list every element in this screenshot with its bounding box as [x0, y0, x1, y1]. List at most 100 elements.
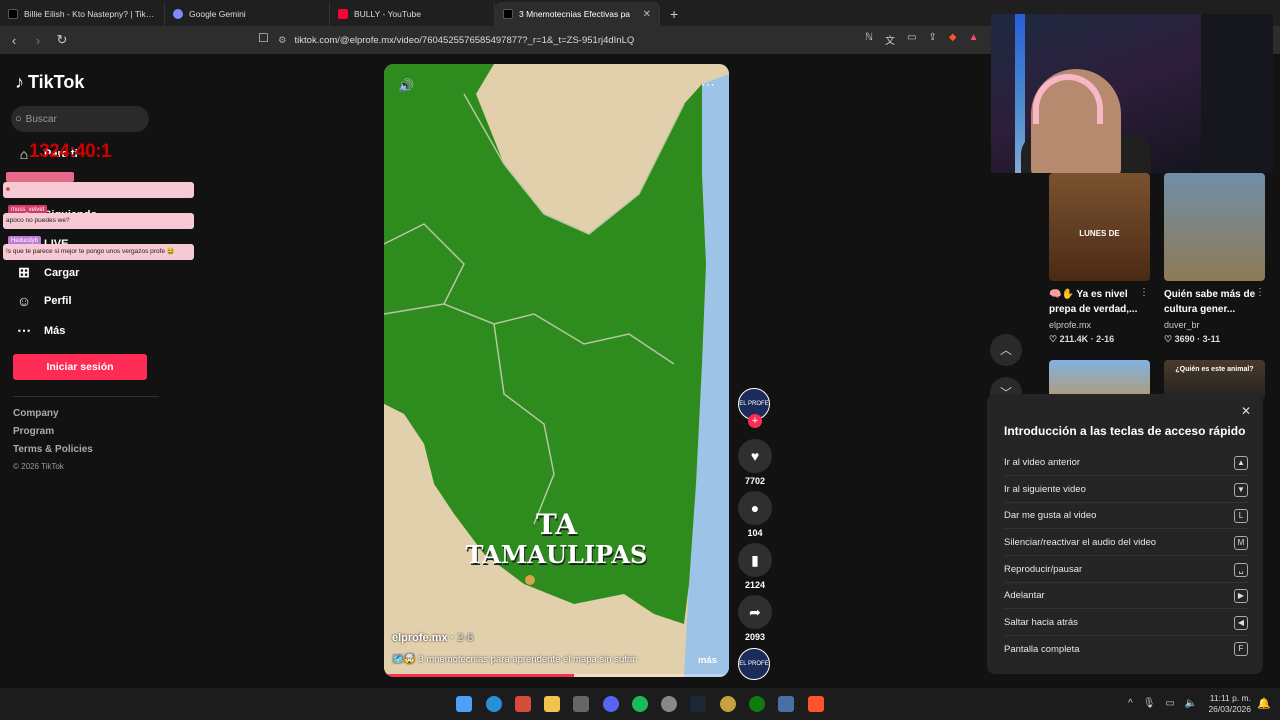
steam-icon[interactable]: [690, 696, 706, 712]
shortcut-row: Silenciar/reactivar el audio del video M: [1004, 530, 1248, 556]
site-settings-icon[interactable]: ⚙: [278, 35, 287, 46]
shortcut-row: Pantalla completa F: [1004, 636, 1248, 662]
author-name: elprofe.mx: [392, 632, 448, 644]
app-icon[interactable]: [573, 696, 589, 712]
discord-icon[interactable]: [603, 696, 619, 712]
edge-icon[interactable]: [486, 696, 502, 712]
cast-icon[interactable]: ▭: [907, 32, 916, 47]
key-right-icon: ▶: [1234, 588, 1248, 603]
video-progress-bar[interactable]: [384, 674, 729, 677]
close-icon[interactable]: ✕: [1241, 404, 1251, 418]
gemini-favicon-icon: [173, 9, 183, 19]
close-tab-icon[interactable]: ✕: [643, 9, 651, 20]
sidebar-item-cargar[interactable]: ⊞ Cargar: [16, 264, 79, 281]
share-arrow-icon: ➦: [749, 604, 761, 620]
tab-title: Billie Eilish - Kto Nastepny? | TikTok: [24, 9, 156, 19]
key-up-icon: ▲: [1234, 455, 1248, 470]
tab-title: 3 Mnemotecnias Efectivas pa: [519, 9, 631, 19]
shortcut-label: Reproducir/pausar: [1004, 564, 1083, 575]
notification-icon[interactable]: 🔔: [1257, 697, 1271, 710]
more-options-icon[interactable]: ⋯: [701, 76, 715, 93]
xbox-icon[interactable]: [749, 696, 765, 712]
share-icon[interactable]: ⇪: [928, 32, 936, 47]
comment-button[interactable]: ●: [738, 491, 772, 525]
system-tray: ^ 🎙 ▭ 🔈: [1128, 698, 1197, 709]
search-input[interactable]: ○ Buscar: [11, 106, 149, 132]
chevron-up-icon[interactable]: ^: [1128, 698, 1133, 709]
tiktok-favicon-icon: [8, 9, 18, 19]
tiktok-note-icon: ♪: [15, 72, 24, 92]
clock-date: 26/03/2026: [1208, 704, 1251, 714]
suggested-author[interactable]: elprofe.mx: [1049, 320, 1091, 330]
follow-plus-icon[interactable]: +: [748, 414, 762, 428]
app-icon[interactable]: [778, 696, 794, 712]
video-author[interactable]: elprofe.mx · 2-8: [392, 632, 473, 644]
extension-icons: ℕ 文 ▭ ⇪ ◆ ▲: [865, 32, 978, 47]
clock[interactable]: 11:11 p. m. 26/03/2026: [1207, 693, 1251, 715]
suggested-video-card[interactable]: [1164, 173, 1265, 281]
save-count: 2124: [744, 580, 766, 590]
comment-count: 104: [747, 528, 763, 538]
app-icon[interactable]: [720, 696, 736, 712]
login-button[interactable]: Iniciar sesión: [13, 354, 147, 380]
card-more-icon[interactable]: ⋮: [1139, 287, 1149, 298]
start-icon[interactable]: [456, 696, 472, 712]
speaker-icon[interactable]: 🔈: [1185, 698, 1197, 709]
previous-video-button[interactable]: ︿: [990, 334, 1022, 366]
forward-icon[interactable]: ›: [28, 33, 48, 48]
obs-icon[interactable]: [661, 696, 677, 712]
divider: [13, 396, 159, 397]
spotify-icon[interactable]: [632, 696, 648, 712]
shortcut-row: Ir al siguiente video ▼: [1004, 477, 1248, 503]
brave-rewards-icon[interactable]: ▲: [969, 32, 979, 47]
suggested-title[interactable]: 🧠✋ Ya es nivel prepa de verdad,...: [1049, 287, 1149, 317]
brave-shield-icon[interactable]: ◆: [949, 32, 957, 47]
key-left-icon: ◀: [1234, 615, 1248, 630]
sidebar-item-mas[interactable]: ⋯ Más: [16, 322, 65, 339]
tab-title: Google Gemini: [189, 9, 246, 19]
see-more-link[interactable]: más: [698, 655, 717, 666]
folder-icon[interactable]: [544, 696, 560, 712]
dialog-title: Introducción a las teclas de acceso rápi…: [1004, 424, 1246, 438]
back-icon[interactable]: ‹: [4, 33, 24, 48]
network-icon[interactable]: ▭: [1165, 698, 1174, 709]
app-icon[interactable]: [515, 696, 531, 712]
footer-link-program[interactable]: Program: [13, 426, 54, 437]
suggested-author[interactable]: duver_br: [1164, 320, 1200, 330]
brave-icon[interactable]: [808, 696, 824, 712]
video-player[interactable]: 🔊 ⋯ TA TAMAULIPAS elprofe.mx · 2-8 🗺️🤯 3…: [384, 64, 729, 677]
footer-link-company[interactable]: Company: [13, 408, 59, 419]
browser-tab[interactable]: BULLY - YouTube: [330, 2, 495, 26]
microphone-icon[interactable]: 🎙: [1143, 698, 1156, 709]
reload-icon[interactable]: ↻: [52, 32, 72, 48]
shortcut-row: Saltar hacia atrás ◀: [1004, 610, 1248, 636]
shortcut-row: Ir al video anterior ▲: [1004, 450, 1248, 476]
heart-icon: ♥: [750, 448, 760, 464]
browser-tab[interactable]: Billie Eilish - Kto Nastepny? | TikTok: [0, 2, 165, 26]
sidebar-item-perfil[interactable]: ☺ Perfil: [16, 293, 72, 309]
progress-fill: [384, 674, 574, 677]
tiktok-logo[interactable]: ♪ TikTok: [15, 72, 84, 93]
sound-avatar[interactable]: EL PROFE: [738, 648, 770, 680]
card-more-icon[interactable]: ⋮: [1255, 287, 1265, 298]
clock-time: 11:11 p. m.: [1209, 693, 1251, 703]
translate-icon[interactable]: 文: [885, 32, 895, 47]
reader-icon[interactable]: ℕ: [865, 32, 873, 47]
tab-title: BULLY - YouTube: [354, 9, 421, 19]
browser-tab[interactable]: Google Gemini: [165, 2, 330, 26]
footer-link-terms[interactable]: Terms & Policies: [13, 444, 93, 455]
thumb-text: ¿Quién es este animal?: [1175, 366, 1254, 373]
chat-message: !s que te parece si mejor te pongo unos …: [3, 244, 194, 260]
share-button[interactable]: ➦: [738, 595, 772, 629]
video-caption-line1: TA: [535, 508, 578, 541]
suggested-title[interactable]: Quién sabe más de cultura gener...: [1164, 287, 1264, 317]
chat-message: ■: [3, 182, 194, 198]
bookmark-icon[interactable]: ☐: [258, 31, 269, 45]
like-button[interactable]: ♥: [738, 439, 772, 473]
chat-message: apoco no puedes we?: [3, 213, 194, 229]
new-tab-icon[interactable]: +: [660, 2, 688, 26]
suggested-video-card[interactable]: LUNES DE: [1049, 173, 1150, 281]
volume-icon[interactable]: 🔊: [398, 78, 414, 94]
browser-tab-active[interactable]: 3 Mnemotecnias Efectivas pa ✕: [495, 2, 660, 26]
save-button[interactable]: ▮: [738, 543, 772, 577]
